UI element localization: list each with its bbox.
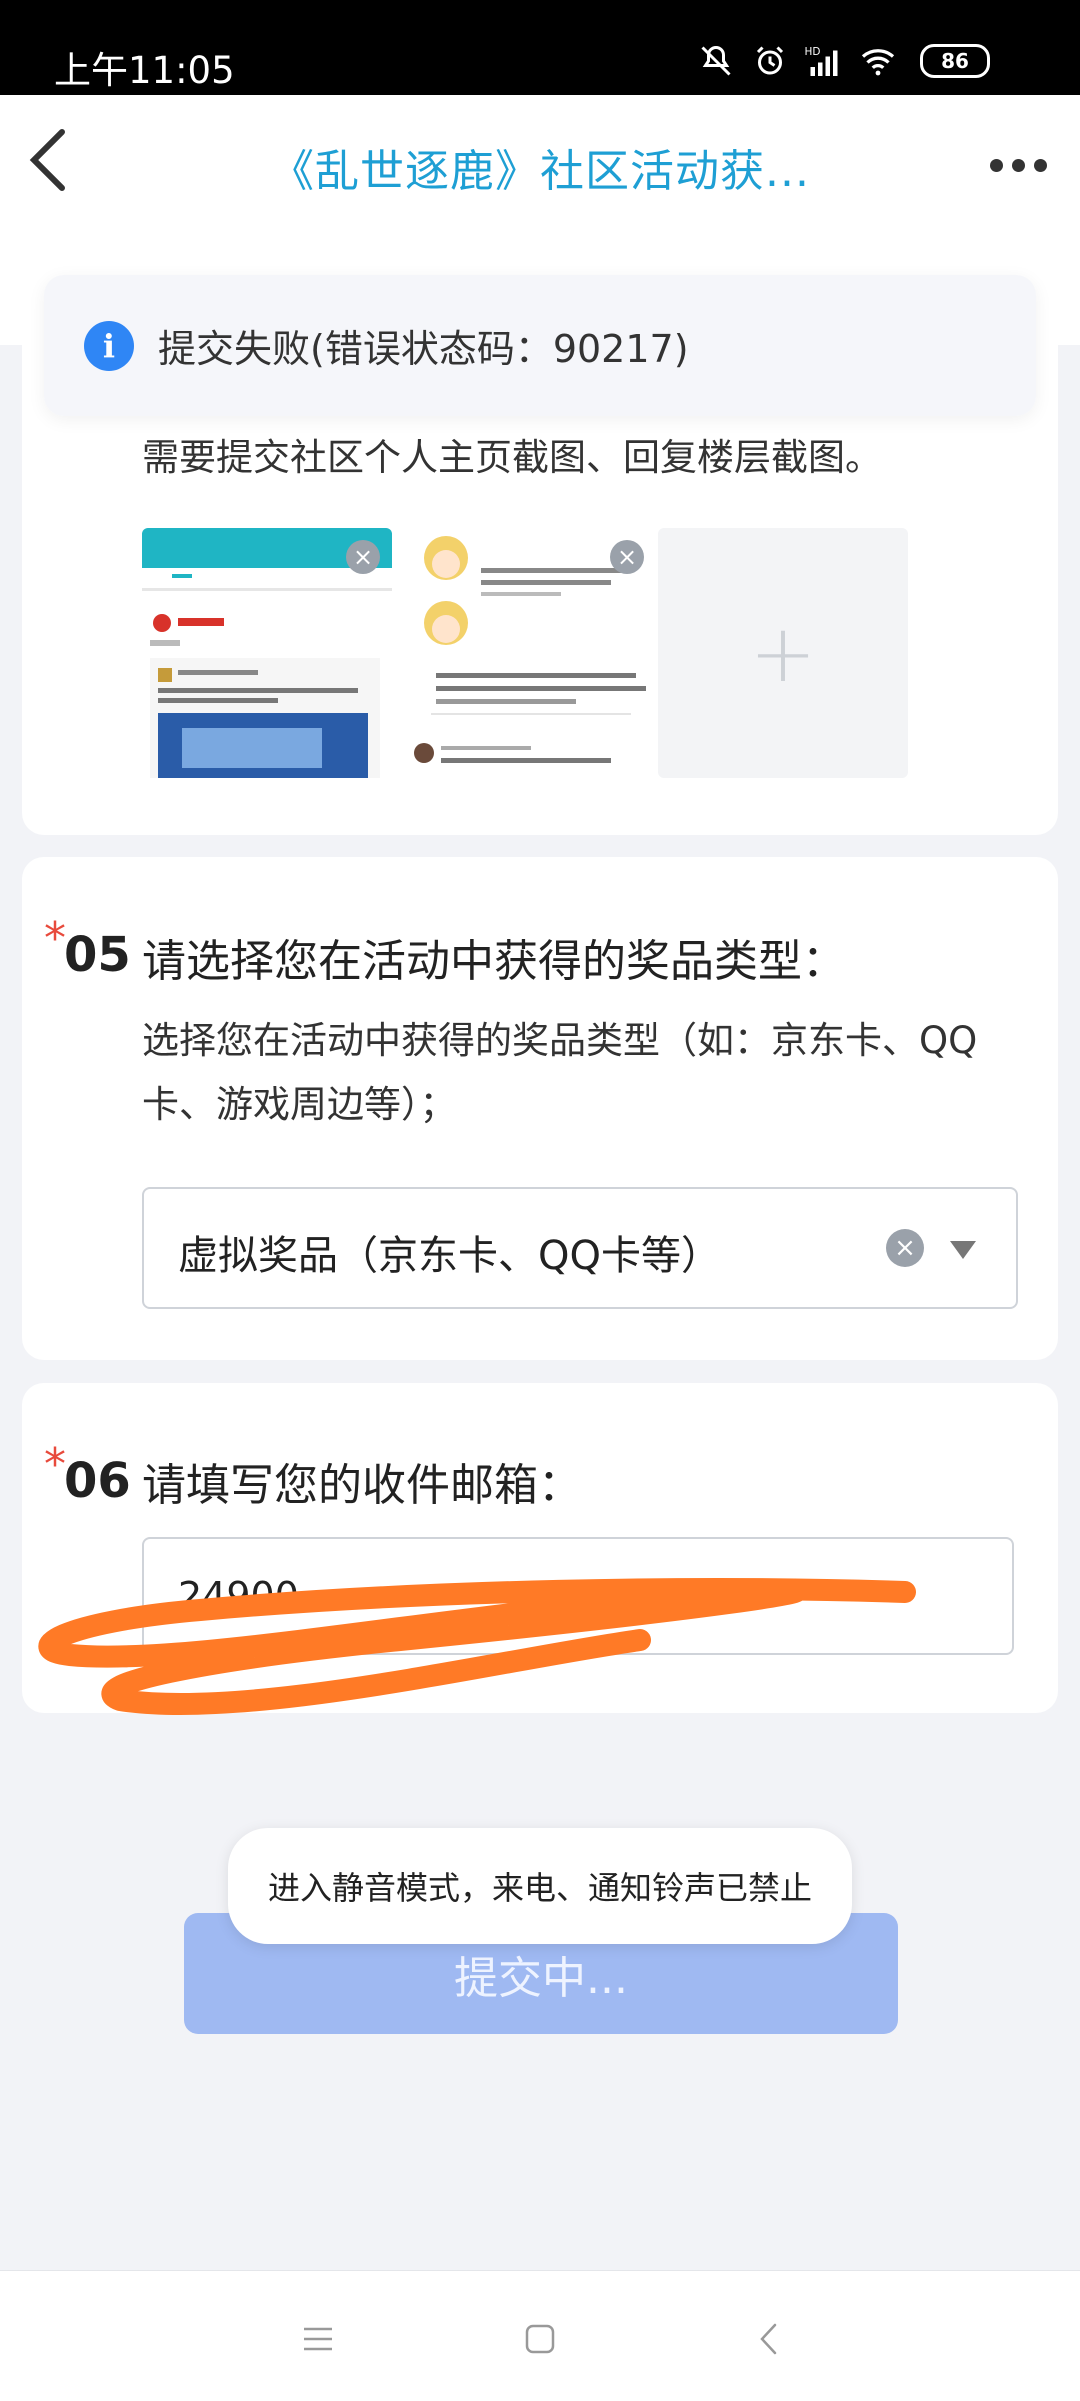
svg-text:HD: HD <box>805 46 821 58</box>
alarm-icon <box>750 41 790 81</box>
recents-button[interactable] <box>298 2319 338 2359</box>
email-input[interactable]: 24900 <box>142 1537 1014 1655</box>
remove-image-button[interactable]: × <box>610 540 644 574</box>
mute-icon <box>696 41 736 81</box>
question-title: 请选择您在活动中获得的奖品类型： <box>142 936 846 987</box>
home-square-icon <box>525 2324 555 2354</box>
question-number: 06 <box>64 1453 131 1509</box>
more-dot-icon <box>990 158 1003 172</box>
battery-icon: 86 <box>920 44 990 78</box>
signal-icon: HD <box>804 41 844 81</box>
question-04-card: 需要提交社区个人主页截图、回复楼层截图。 × × + <box>22 345 1058 835</box>
clear-icon[interactable]: × <box>886 1229 924 1267</box>
question-06-card: * 06 请填写您的收件邮箱： 24900 <box>22 1383 1058 1713</box>
required-mark: * <box>44 913 66 964</box>
dropdown-arrow-icon[interactable] <box>950 1241 976 1259</box>
question-number: 05 <box>64 927 131 983</box>
home-button[interactable] <box>520 2319 560 2359</box>
back-chevron-icon <box>760 2323 777 2355</box>
status-time: 上午11:05 <box>54 49 235 92</box>
add-image-button[interactable]: + <box>658 528 908 778</box>
error-toast: i 提交失败(错误状态码：90217) <box>44 275 1036 416</box>
question-title: 请填写您的收件邮箱： <box>142 1460 582 1511</box>
uploaded-image-2[interactable]: × <box>406 528 656 778</box>
system-back-button[interactable] <box>748 2319 788 2359</box>
info-icon: i <box>84 320 134 371</box>
status-icons: HD 86 <box>696 36 990 86</box>
more-options-button[interactable] <box>990 150 1060 180</box>
more-dot-icon <box>1034 158 1047 172</box>
menu-icon <box>304 2327 332 2351</box>
error-toast-text: 提交失败(错误状态码：90217) <box>158 327 689 371</box>
question-05-card: * 05 请选择您在活动中获得的奖品类型： 选择您在活动中获得的奖品类型（如：京… <box>22 857 1058 1360</box>
question-description: 选择您在活动中获得的奖品类型（如：京东卡、QQ卡、游戏周边等）； <box>142 1019 978 1126</box>
silent-mode-toast: 进入静音模式，来电、通知铃声已禁止 <box>228 1828 852 1944</box>
system-nav-bar <box>0 2270 1080 2401</box>
more-dot-icon <box>1012 158 1025 172</box>
remove-image-button[interactable]: × <box>346 540 380 574</box>
uploaded-image-1[interactable]: × <box>142 528 392 778</box>
page-title: 《乱世逐鹿》社区活动获... <box>270 146 810 197</box>
upload-hint: 需要提交社区个人主页截图、回复楼层截图。 <box>142 436 882 479</box>
status-bar: 上午11:05 HD 86 <box>0 0 1080 95</box>
select-value: 虚拟奖品（京东卡、QQ卡等） <box>178 1233 721 1279</box>
wifi-icon <box>858 41 898 81</box>
required-mark: * <box>44 1439 66 1490</box>
prize-type-select[interactable]: 虚拟奖品（京东卡、QQ卡等） × <box>142 1187 1018 1309</box>
plus-icon: + <box>749 606 817 700</box>
